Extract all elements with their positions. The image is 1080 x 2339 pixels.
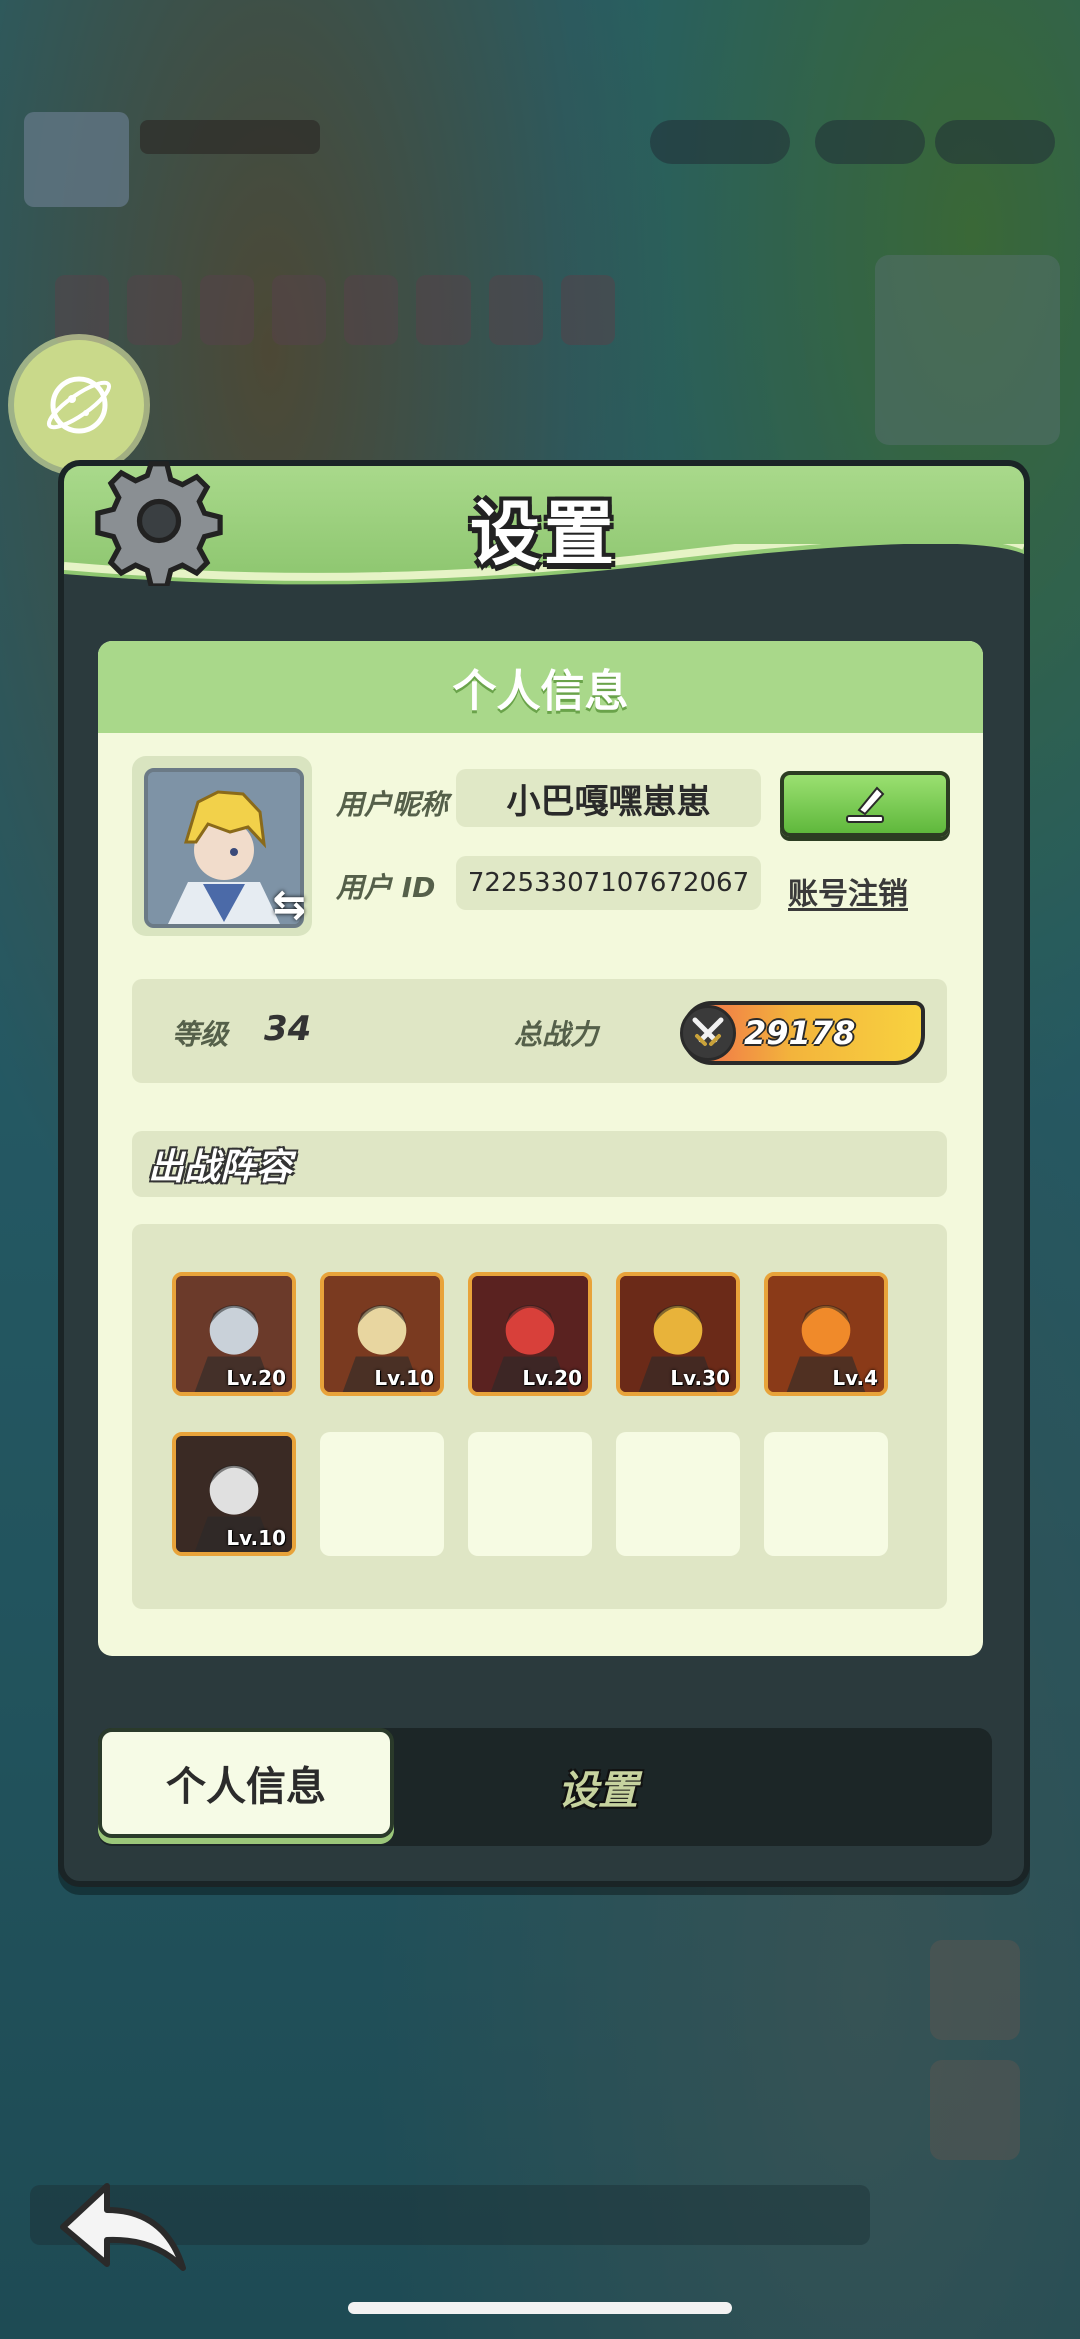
user-id-label: 用户 ID [336,871,436,904]
power-label: 总战力 [514,1018,599,1051]
power-badge: 29178 [680,1001,925,1065]
lineup-grid: Lv.20 Lv.10 Lv.20 Lv.30 Lv.4 Lv.10 [132,1224,947,1609]
avatar[interactable]: ⇆ [132,756,312,936]
hero-slot[interactable]: Lv.20 [468,1272,592,1396]
hero-slot[interactable]: Lv.4 [764,1272,888,1396]
lineup-header: 出战阵容 [132,1131,947,1197]
back-arrow-icon[interactable] [55,2172,195,2282]
tab-settings[interactable]: 设置 [478,1728,718,1846]
nickname-label: 用户昵称 [336,788,449,821]
planet-button[interactable] [14,340,144,470]
empty-slot[interactable] [468,1432,592,1556]
hero-level: Lv.10 [374,1366,434,1390]
profile-panel-header: 个人信息 [98,641,983,733]
nickname-value: 小巴嘎嘿崽崽 [456,769,761,827]
level-value: 34 [264,1009,312,1049]
crossed-swords-icon [680,1005,736,1061]
edit-nickname-button[interactable] [780,771,950,837]
settings-dialog: 设置 个人信息 ⇆ 用户昵称 小巴嘎嘿崽崽 用户 ID 722533071076… [58,460,1030,1887]
empty-slot[interactable] [320,1432,444,1556]
hero-level: Lv.30 [670,1366,730,1390]
hero-slot[interactable]: Lv.10 [172,1432,296,1556]
hero-level: Lv.4 [832,1366,878,1390]
stats-row: 等级 34 总战力 29178 [132,979,947,1083]
profile-panel: 个人信息 ⇆ 用户昵称 小巴嘎嘿崽崽 用户 ID 722533071076720… [98,641,983,1656]
user-id-value: 72253307107672067 [456,856,761,910]
gear-icon [95,461,223,586]
tab-profile[interactable]: 个人信息 [98,1728,394,1838]
planet-icon [46,376,112,434]
home-indicator [348,2302,732,2314]
empty-slot[interactable] [616,1432,740,1556]
empty-slot[interactable] [764,1432,888,1556]
hero-slot[interactable]: Lv.10 [320,1272,444,1396]
pencil-icon [846,786,885,823]
tab-bar: 个人信息 设置 [98,1728,992,1846]
hero-slot[interactable]: Lv.20 [172,1272,296,1396]
hero-level: Lv.10 [226,1526,286,1550]
hero-level: Lv.20 [226,1366,286,1390]
hero-level: Lv.20 [522,1366,582,1390]
cancel-account-link[interactable]: 账号注销 [788,869,908,913]
swap-icon: ⇆ [272,882,306,928]
hero-slot[interactable]: Lv.30 [616,1272,740,1396]
power-value: 29178 [744,1014,856,1052]
level-label: 等级 [172,1018,229,1051]
